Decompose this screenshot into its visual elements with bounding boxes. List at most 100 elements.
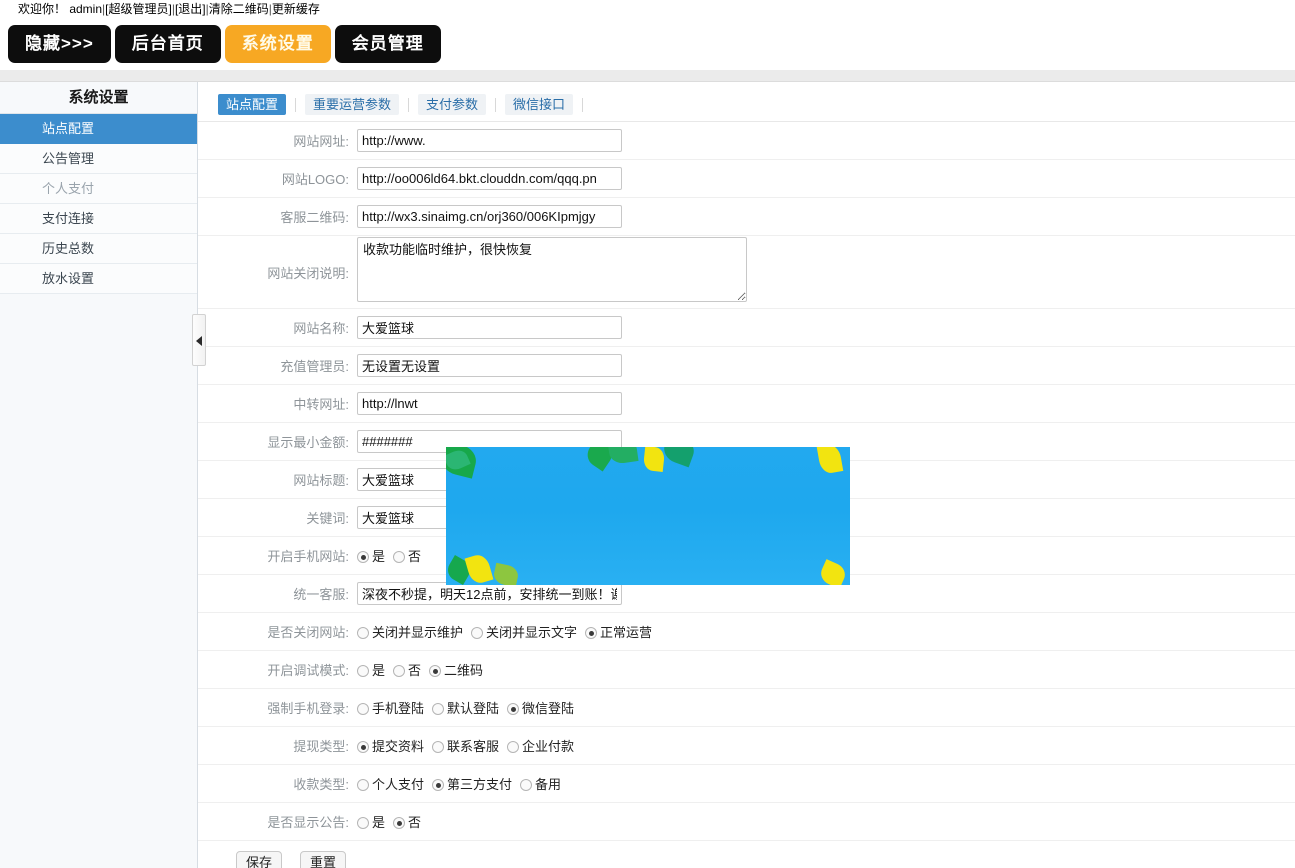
- radio-option[interactable]: 关闭并显示维护: [357, 622, 469, 641]
- radio-dot-icon[interactable]: [357, 817, 369, 829]
- radio-dot-icon[interactable]: [393, 551, 405, 563]
- sidebar: 系统设置 站点配置 公告管理 个人支付 支付连接 历史总数 放水设置: [0, 82, 198, 868]
- welcome-greeting: 欢迎你！ admin: [18, 2, 102, 16]
- radio-dot-icon[interactable]: [507, 741, 519, 753]
- welcome-role: [超级管理员]: [105, 2, 172, 16]
- radio-label: 是: [372, 549, 385, 564]
- input-recharge-admin[interactable]: [357, 354, 622, 377]
- sidebar-item-personal-payment[interactable]: 个人支付: [0, 174, 197, 204]
- tab-payment-params[interactable]: 支付参数: [418, 94, 486, 115]
- radio-option[interactable]: 默认登陆: [432, 698, 505, 717]
- radio-option[interactable]: 个人支付: [357, 774, 430, 793]
- input-site-url[interactable]: [357, 129, 622, 152]
- tab-divider: [295, 98, 296, 112]
- radio-option[interactable]: 否: [393, 546, 427, 565]
- input-unified-service[interactable]: [357, 582, 622, 605]
- leaf-icon: [643, 447, 665, 472]
- radio-dot-icon[interactable]: [432, 741, 444, 753]
- radio-option[interactable]: 微信登陆: [507, 698, 580, 717]
- radio-dot-icon[interactable]: [357, 665, 369, 677]
- radio-dot-icon[interactable]: [357, 551, 369, 563]
- welcome-bar: 欢迎你！ admin|[超级管理员]|[退出]|清除二维码|更新缓存: [0, 0, 1295, 18]
- label-debug-mode: 开启调试模式:: [198, 660, 357, 679]
- radio-group-withdraw-type: 提交资料联系客服 企业付款: [357, 736, 1295, 755]
- label-site-url: 网站网址:: [198, 131, 357, 150]
- radio-option[interactable]: 是: [357, 812, 391, 831]
- radio-dot-icon[interactable]: [357, 779, 369, 791]
- sidebar-item-water-release[interactable]: 放水设置: [0, 264, 197, 294]
- sidebar-item-announcement[interactable]: 公告管理: [0, 144, 197, 174]
- radio-option[interactable]: 第三方支付: [432, 774, 518, 793]
- radio-label: 是: [372, 815, 385, 830]
- leaf-icon: [660, 447, 697, 467]
- top-nav-bar: 隐藏>>>后台首页系统设置会员管理: [0, 18, 1295, 70]
- tab-divider: [495, 98, 496, 112]
- radio-option[interactable]: 是: [357, 546, 391, 565]
- logout-link[interactable]: [退出]: [175, 2, 206, 16]
- label-transfer-url: 中转网址:: [198, 394, 357, 413]
- tab-operation-params[interactable]: 重要运营参数: [305, 94, 399, 115]
- field-row-withdraw-type: 提现类型: 提交资料联系客服企业付款: [198, 727, 1295, 765]
- clear-qrcode-link[interactable]: 清除二维码: [209, 2, 269, 16]
- input-service-qrcode[interactable]: [357, 205, 622, 228]
- radio-option[interactable]: 备用: [520, 774, 567, 793]
- radio-label: 第三方支付: [447, 777, 512, 792]
- nav-button-dashboard[interactable]: 后台首页: [115, 25, 221, 63]
- radio-dot-icon[interactable]: [520, 779, 532, 791]
- radio-option[interactable]: 否: [393, 812, 427, 831]
- radio-dot-icon[interactable]: [432, 779, 444, 791]
- radio-dot-icon[interactable]: [393, 665, 405, 677]
- tab-site-config[interactable]: 站点配置: [218, 94, 286, 115]
- radio-label: 二维码: [444, 663, 483, 678]
- radio-label: 默认登陆: [447, 701, 499, 716]
- radio-option[interactable]: 联系客服: [432, 736, 505, 755]
- radio-option[interactable]: 正常运营: [585, 622, 658, 641]
- radio-option[interactable]: 关闭并显示文字: [471, 622, 583, 641]
- reset-button[interactable]: 重置: [300, 851, 346, 868]
- radio-group-show-announcement: 是否: [357, 812, 1295, 831]
- field-row-site-logo: 网站LOGO:: [198, 160, 1295, 198]
- radio-dot-icon[interactable]: [357, 703, 369, 715]
- save-button[interactable]: 保存: [236, 851, 282, 868]
- radio-option[interactable]: 企业付款: [507, 736, 580, 755]
- radio-group-receive-type: 个人支付 第三方支付备用: [357, 774, 1295, 793]
- radio-label: 关闭并显示文字: [486, 625, 577, 640]
- radio-label: 企业付款: [522, 739, 574, 754]
- nav-separator-strip: [0, 70, 1295, 82]
- input-site-name[interactable]: [357, 316, 622, 339]
- radio-option[interactable]: 手机登陆: [357, 698, 430, 717]
- radio-dot-icon[interactable]: [357, 627, 369, 639]
- radio-option[interactable]: 是: [357, 660, 391, 679]
- radio-dot-icon[interactable]: [357, 741, 369, 753]
- sidebar-item-history-total[interactable]: 历史总数: [0, 234, 197, 264]
- field-row-close-site: 是否关闭网站: 关闭并显示维护关闭并显示文字正常运营: [198, 613, 1295, 651]
- label-receive-type: 收款类型:: [198, 774, 357, 793]
- tab-wechat-api[interactable]: 微信接口: [505, 94, 573, 115]
- radio-dot-icon[interactable]: [585, 627, 597, 639]
- sidebar-item-payment-link[interactable]: 支付连接: [0, 204, 197, 234]
- leaf-icon: [465, 553, 494, 585]
- radio-option[interactable]: 二维码: [429, 660, 489, 679]
- nav-button-hide[interactable]: 隐藏>>>: [8, 25, 111, 63]
- radio-dot-icon[interactable]: [393, 817, 405, 829]
- field-row-transfer-url: 中转网址:: [198, 385, 1295, 423]
- radio-dot-icon[interactable]: [507, 703, 519, 715]
- leaf-icon: [818, 559, 849, 585]
- radio-option[interactable]: 否: [393, 660, 427, 679]
- input-transfer-url[interactable]: [357, 392, 622, 415]
- radio-option[interactable]: 提交资料: [357, 736, 430, 755]
- radio-dot-icon[interactable]: [471, 627, 483, 639]
- sidebar-collapse-handle[interactable]: [192, 314, 206, 366]
- sidebar-item-site-config[interactable]: 站点配置: [0, 114, 197, 144]
- radio-label: 正常运营: [600, 625, 652, 640]
- radio-label: 是: [372, 663, 385, 678]
- radio-dot-icon[interactable]: [432, 703, 444, 715]
- label-site-name: 网站名称:: [198, 318, 357, 337]
- main-area: 系统设置 站点配置 公告管理 个人支付 支付连接 历史总数 放水设置 站点配置重…: [0, 82, 1295, 868]
- nav-button-member-management[interactable]: 会员管理: [335, 25, 441, 63]
- nav-button-system-settings[interactable]: 系统设置: [225, 25, 331, 63]
- radio-dot-icon[interactable]: [429, 665, 441, 677]
- input-site-logo[interactable]: [357, 167, 622, 190]
- textarea-close-notice[interactable]: 收款功能临时维护，很快恢复: [357, 237, 747, 302]
- refresh-cache-link[interactable]: 更新缓存: [272, 2, 320, 16]
